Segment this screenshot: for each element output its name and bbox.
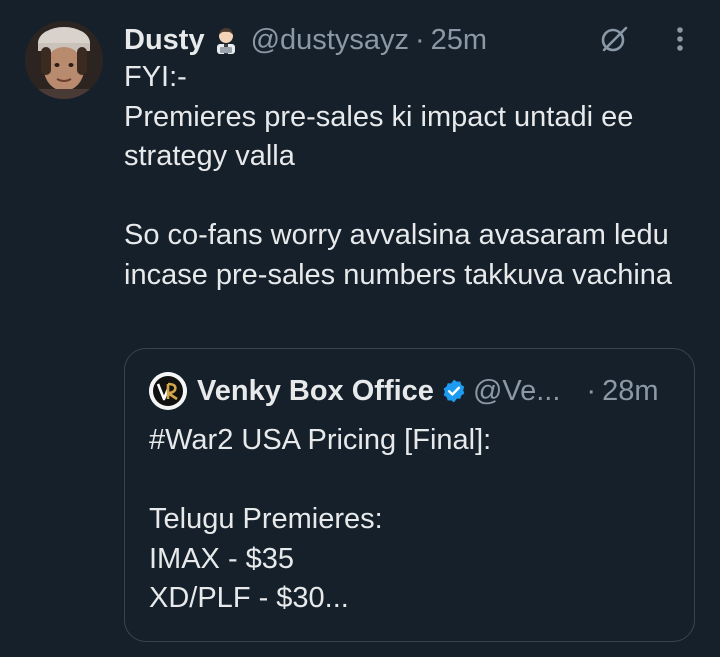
quoted-avatar[interactable] [149, 372, 187, 410]
tweet[interactable]: Dusty @dustysayz · 25m FYI:- Premieres p… [0, 0, 720, 657]
avatar[interactable] [25, 21, 103, 99]
quoted-tweet-header: Venky Box Office @Ve... · 28m [149, 371, 659, 411]
separator-dot: · [414, 23, 425, 56]
quoted-separator-dot: · [586, 374, 597, 407]
tweet-time[interactable]: 25m [431, 24, 487, 57]
quoted-display-name[interactable]: Venky Box Office [197, 375, 434, 408]
quoted-author-handle[interactable]: @Ve... [473, 375, 560, 408]
author-handle[interactable]: @dustysayz [251, 24, 409, 57]
tweet-text: FYI:- Premieres pre-sales ki impact unta… [124, 61, 673, 291]
display-name[interactable]: Dusty [124, 24, 205, 57]
grok-icon[interactable] [596, 21, 632, 57]
quoted-tweet[interactable]: Venky Box Office @Ve... · 28m #War2 USA … [124, 348, 695, 642]
verified-badge-icon [441, 378, 467, 404]
technologist-emoji-icon [211, 25, 241, 55]
quoted-tweet-time[interactable]: 28m [602, 375, 658, 408]
more-vertical-icon[interactable] [666, 22, 694, 56]
tweet-header: Dusty @dustysayz · 25m [124, 20, 487, 60]
quoted-tweet-text: #War2 USA Pricing [Final]: Telugu Premie… [149, 424, 492, 614]
